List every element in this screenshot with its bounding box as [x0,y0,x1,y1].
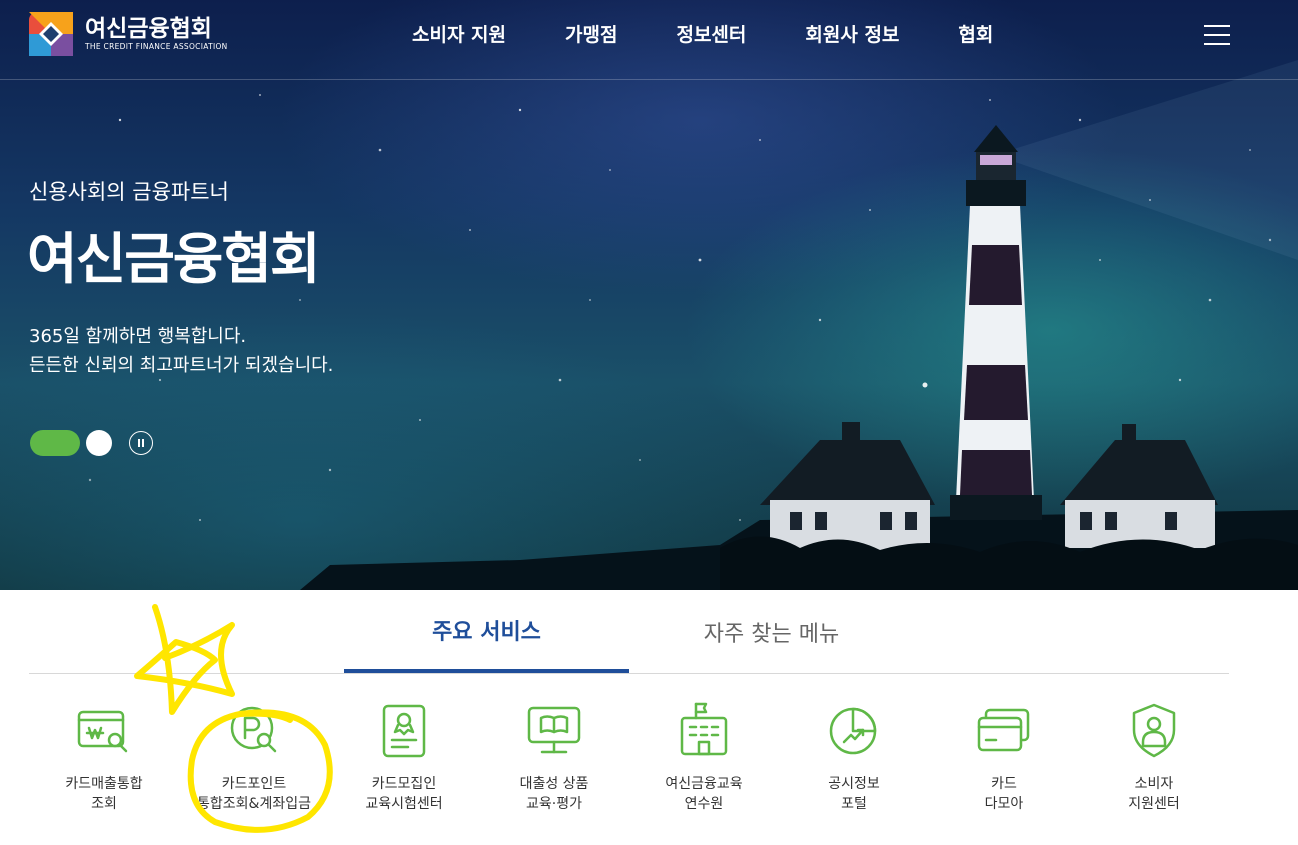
service-consumer-center[interactable]: 소비자지원센터 [1079,700,1229,814]
service-label-line1: 대출성 상품 [519,776,589,792]
logo-korean-name: 여신금융협회 [85,16,212,42]
lighthouse-scene [300,60,1298,590]
service-recruiter-exam[interactable]: 카드모집인교육시험센터 [329,700,479,814]
disclosure-chart-icon [829,707,877,755]
service-label-line2: 조회 [91,796,117,812]
slide-indicator[interactable] [86,430,112,456]
nav-association[interactable]: 협회 [958,22,993,48]
service-label-line1: 카드포인트 [221,776,287,792]
site-logo[interactable]: 여신금융협회 THE CREDIT FINANCE ASSOCIATION [29,12,228,56]
service-label-line1: 소비자 [1134,776,1174,792]
card-point-search-icon [230,706,277,753]
main-navigation: 소비자 지원 가맹점 정보센터 회원사 정보 협회 [412,22,1052,48]
service-label-line1: 카드모집인 [371,776,437,792]
service-label-line2: 연수원 [684,796,724,812]
service-tabs: 주요 서비스 자주 찾는 메뉴 [29,590,1229,674]
training-building-icon [680,702,728,756]
card-sales-search-icon [77,710,128,753]
nav-info-center[interactable]: 정보센터 [676,22,746,48]
hero-desc-line-2: 든든한 신뢰의 최고파트너가 되겠습니다. [29,355,334,376]
nav-consumer-support[interactable]: 소비자 지원 [412,22,506,48]
slider-controls [30,430,153,456]
cards-icon [977,708,1030,752]
service-label-line2: 교육·평가 [526,796,582,812]
service-training-institute[interactable]: 여신금융교육연수원 [629,700,779,814]
site-header: 여신금융협회 THE CREDIT FINANCE ASSOCIATION 소비… [0,0,1298,80]
service-label-line2: 포털 [841,796,867,812]
service-label-line1: 여신금융교육 [665,776,743,792]
slide-indicator-active[interactable] [30,430,80,456]
service-card-damoa[interactable]: 카드다모아 [929,700,1079,814]
tab-main-services[interactable]: 주요 서비스 [344,590,629,673]
service-list: 카드매출통합 조회 카드포인트 통합조회&계좌입금 카드모집인 교육시험센터 대… [29,700,1229,840]
service-label-line1: 카드 [991,776,1017,792]
logo-english-name: THE CREDIT FINANCE ASSOCIATION [85,42,228,51]
recruiter-certificate-icon [382,704,426,758]
service-disclosure-portal[interactable]: 공시정보포털 [779,700,929,814]
service-label-line2: 지원센터 [1128,796,1180,812]
hamburger-menu-icon[interactable] [1204,25,1230,45]
pause-icon[interactable] [129,431,153,455]
education-monitor-icon [527,706,581,754]
hero-banner: 여신금융협회 THE CREDIT FINANCE ASSOCIATION 소비… [0,0,1298,590]
service-card-sales[interactable]: 카드매출통합조회 [29,700,179,814]
nav-merchant[interactable]: 가맹점 [565,22,617,48]
service-label-line2: 다모아 [984,796,1024,812]
service-label-line2: 통합조회&계좌입금 [197,796,311,812]
hero-desc-line-1: 365일 함께하면 행복합니다. [29,326,247,347]
hero-description: 365일 함께하면 행복합니다. 든든한 신뢰의 최고파트너가 되겠습니다. [29,322,333,380]
logo-mark-icon [29,12,73,56]
nav-member-info[interactable]: 회원사 정보 [805,22,899,48]
service-label-line1: 공시정보 [828,776,880,792]
consumer-shield-icon [1132,703,1176,758]
hero-title: 여신금융협회 [27,227,321,291]
tab-frequent-menu[interactable]: 자주 찾는 메뉴 [629,590,914,674]
service-label-line1: 카드매출통합 [65,776,143,792]
hero-subtitle: 신용사회의 금융파트너 [29,180,229,204]
service-label-line2: 교육시험센터 [365,796,443,812]
service-loan-education[interactable]: 대출성 상품교육·평가 [479,700,629,814]
service-card-point[interactable]: 카드포인트통합조회&계좌입금 [179,700,329,814]
